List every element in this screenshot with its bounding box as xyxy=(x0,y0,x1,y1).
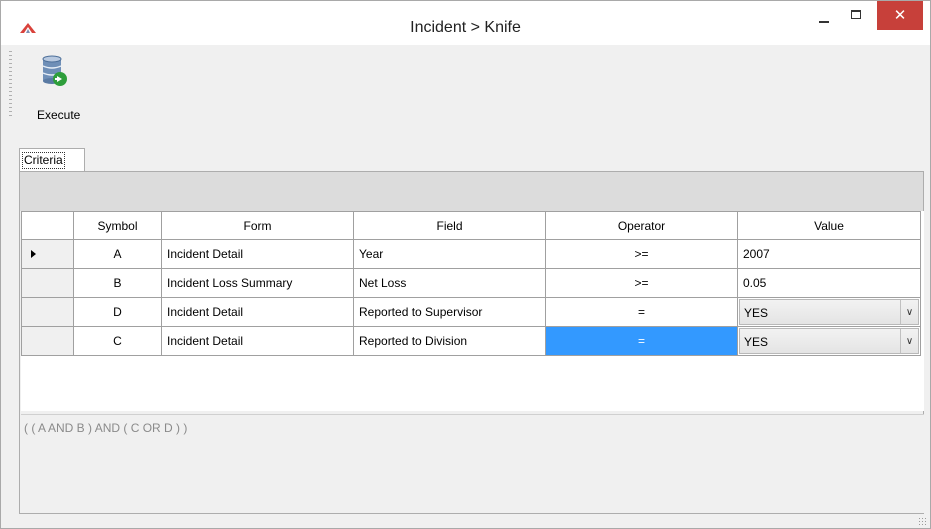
value-combobox[interactable]: YES ∨ xyxy=(739,328,919,354)
cell-operator[interactable]: = xyxy=(545,297,738,327)
cell-value[interactable]: 0.05 xyxy=(737,268,921,298)
expression-area[interactable]: ( ( A AND B ) AND ( C OR D ) ) xyxy=(21,414,924,513)
table-row[interactable]: A Incident Detail Year >= 2007 xyxy=(21,239,921,269)
close-icon: ✕ xyxy=(893,7,907,24)
row-selector[interactable] xyxy=(21,239,74,269)
cell-value[interactable]: 2007 xyxy=(737,239,921,269)
criteria-expression: ( ( A AND B ) AND ( C OR D ) ) xyxy=(24,421,188,435)
panel-header-strip xyxy=(20,172,923,211)
cell-form[interactable]: Incident Detail xyxy=(161,239,354,269)
column-header-operator[interactable]: Operator xyxy=(545,211,738,240)
cell-field[interactable]: Year xyxy=(353,239,546,269)
chevron-down-icon[interactable]: ∨ xyxy=(900,329,918,353)
toolbar-grip[interactable] xyxy=(9,51,12,119)
tab-criteria[interactable]: Criteria xyxy=(19,148,85,171)
column-header-symbol[interactable]: Symbol xyxy=(73,211,162,240)
row-selector-header[interactable] xyxy=(21,211,74,240)
cell-operator-selected[interactable]: = xyxy=(545,326,738,356)
window-title: Incident > Knife xyxy=(410,19,521,36)
criteria-panel: Symbol Form Field Operator Value A Incid… xyxy=(19,171,924,514)
minimize-icon xyxy=(819,21,829,23)
column-header-form[interactable]: Form xyxy=(161,211,354,240)
cell-operator[interactable]: >= xyxy=(545,239,738,269)
close-button[interactable]: ✕ xyxy=(877,1,923,30)
row-selector[interactable] xyxy=(21,326,74,356)
cell-form[interactable]: Incident Detail xyxy=(161,297,354,327)
table-row[interactable]: B Incident Loss Summary Net Loss >= 0.05 xyxy=(21,268,921,298)
toolbar: Execute xyxy=(9,45,924,127)
grid-header-row: Symbol Form Field Operator Value xyxy=(21,211,921,240)
table-row[interactable]: C Incident Detail Reported to Division =… xyxy=(21,326,921,356)
table-row[interactable]: D Incident Detail Reported to Supervisor… xyxy=(21,297,921,327)
column-header-field[interactable]: Field xyxy=(353,211,546,240)
criteria-table: Symbol Form Field Operator Value A Incid… xyxy=(21,211,921,356)
resize-grip-icon[interactable] xyxy=(918,517,928,527)
status-bar xyxy=(1,514,930,528)
combobox-selected-value: YES xyxy=(744,306,769,320)
criteria-grid: Symbol Form Field Operator Value A Incid… xyxy=(21,211,924,411)
maximize-icon xyxy=(851,10,861,19)
combobox-selected-value: YES xyxy=(744,335,769,349)
query-window: Incident > Knife ✕ Execute Criteria Symb… xyxy=(0,0,931,529)
cell-symbol[interactable]: B xyxy=(73,268,162,298)
row-selector[interactable] xyxy=(21,268,74,298)
current-row-arrow-icon xyxy=(31,250,36,258)
cell-value-dropdown[interactable]: YES ∨ xyxy=(737,326,921,356)
execute-label: Execute xyxy=(37,108,81,122)
cell-symbol[interactable]: A xyxy=(73,239,162,269)
execute-button[interactable]: Execute xyxy=(23,51,89,122)
title-bar[interactable]: Incident > Knife ✕ xyxy=(1,1,930,45)
cell-value-dropdown[interactable]: YES ∨ xyxy=(737,297,921,327)
maximize-button[interactable] xyxy=(841,1,871,31)
tab-criteria-label: Criteria xyxy=(22,152,65,169)
row-selector[interactable] xyxy=(21,297,74,327)
minimize-button[interactable] xyxy=(809,1,839,31)
database-run-icon xyxy=(42,55,67,86)
value-combobox[interactable]: YES ∨ xyxy=(739,299,919,325)
cell-symbol[interactable]: C xyxy=(73,326,162,356)
cell-field[interactable]: Reported to Division xyxy=(353,326,546,356)
cell-symbol[interactable]: D xyxy=(73,297,162,327)
cell-operator[interactable]: >= xyxy=(545,268,738,298)
cell-field[interactable]: Reported to Supervisor xyxy=(353,297,546,327)
column-header-value[interactable]: Value xyxy=(737,211,921,240)
chevron-down-icon[interactable]: ∨ xyxy=(900,300,918,324)
cell-form[interactable]: Incident Detail xyxy=(161,326,354,356)
cell-form[interactable]: Incident Loss Summary xyxy=(161,268,354,298)
cell-field[interactable]: Net Loss xyxy=(353,268,546,298)
